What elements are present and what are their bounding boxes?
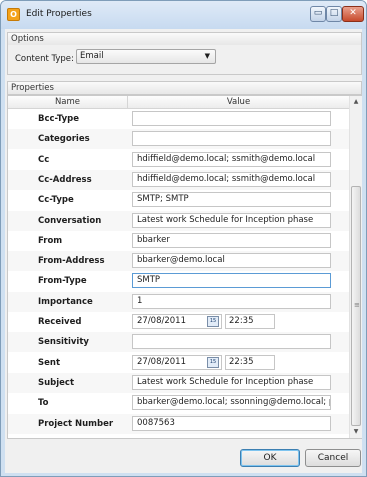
property-value-field[interactable]: SMTP <box>132 273 331 289</box>
vertical-scrollbar[interactable]: ▲ ≡ ▼ <box>349 96 362 438</box>
date-value: 27/08/2011 <box>137 316 186 326</box>
property-value-field[interactable]: 0087563 <box>132 415 331 431</box>
property-name: From <box>38 235 63 246</box>
property-row[interactable]: Sensitivity <box>8 332 349 353</box>
property-row[interactable]: Importance 1 <box>8 291 349 312</box>
date-field[interactable]: 27/08/2011 15 <box>132 314 222 329</box>
property-name: Cc-Type <box>38 195 74 206</box>
date-field[interactable]: 27/08/2011 15 <box>132 354 222 370</box>
property-row[interactable]: From-Address bbarker@demo.local <box>8 251 349 272</box>
property-row[interactable]: Received 27/08/2011 15 22:35 <box>8 312 349 332</box>
outlook-app-icon: O <box>7 8 20 21</box>
property-row[interactable]: Cc-Type SMTP; SMTP <box>8 190 349 210</box>
value-column-header[interactable]: Value <box>128 96 349 108</box>
property-name: Received <box>38 317 82 327</box>
grid-header: Name Value <box>8 96 349 109</box>
time-field[interactable]: 22:35 <box>225 314 275 329</box>
content-type-label: Content Type: <box>15 54 74 64</box>
property-row[interactable]: Categories <box>8 129 349 150</box>
scrollbar-thumb[interactable]: ≡ <box>351 186 361 426</box>
property-row[interactable]: Sent 27/08/2011 15 22:35 <box>8 353 349 373</box>
property-value-field[interactable]: Latest work Schedule for Inception phase <box>132 212 331 228</box>
property-row[interactable]: Cc-Address hdiffield@demo.local; ssmith@d… <box>8 169 349 190</box>
property-row[interactable]: Cc hdiffield@demo.local; ssmith@demo.loca… <box>8 150 349 170</box>
property-name: Sensitivity <box>38 337 89 348</box>
maximize-button[interactable]: □ <box>326 6 342 22</box>
property-value-field[interactable] <box>132 111 331 126</box>
minimize-button[interactable]: ▭ <box>310 6 326 22</box>
property-row[interactable]: From-Type SMTP <box>8 271 349 291</box>
property-row[interactable]: Conversation Latest work Schedule for Inc… <box>8 210 349 231</box>
options-header: Options <box>7 32 362 46</box>
property-name: Project Number <box>38 418 114 429</box>
property-name: Bcc-Type <box>38 114 80 124</box>
property-row[interactable]: To bbarker@demo.local; ssonning@demo.loca… <box>8 393 349 413</box>
property-value-field[interactable]: hdiffield@demo.local; ssmith@demo.local <box>132 171 331 187</box>
content-type-value: Email <box>80 51 104 61</box>
property-row[interactable]: Project Number 0087563 <box>8 413 349 434</box>
calendar-icon[interactable]: 15 <box>207 316 219 327</box>
ok-button[interactable]: OK <box>240 449 300 467</box>
close-button[interactable]: ✕ <box>342 6 364 22</box>
property-row[interactable]: From bbarker <box>8 231 349 251</box>
time-field[interactable]: 22:35 <box>225 354 275 370</box>
property-value-field[interactable] <box>132 131 331 147</box>
property-value-field[interactable]: bbarker <box>132 232 331 248</box>
property-name: From-Address <box>38 256 105 267</box>
properties-grid: Name Value Bcc-Type Categories Cc hdiffield… <box>7 95 362 439</box>
property-name: To <box>38 398 49 409</box>
property-name: Conversation <box>38 215 102 226</box>
date-value: 27/08/2011 <box>137 356 186 367</box>
property-value-field[interactable]: bbarker@demo.local <box>132 253 331 269</box>
window-title: Edit Properties <box>26 9 92 19</box>
title-bar[interactable]: O Edit Properties ▭ □ ✕ <box>1 1 366 29</box>
chevron-down-icon: ▼ <box>204 52 210 60</box>
properties-header: Properties <box>7 81 362 95</box>
edit-properties-window: O Edit Properties ▭ □ ✕ Options Content … <box>0 0 367 477</box>
property-value-field[interactable]: 1 <box>132 293 331 309</box>
property-value-field[interactable] <box>132 334 331 350</box>
property-row[interactable]: Bcc-Type <box>8 109 349 129</box>
property-name: Subject <box>38 377 75 388</box>
dialog-client-area: Options Content Type: Email ▼ Properties… <box>5 29 362 473</box>
property-value-field[interactable]: Latest work Schedule for Inception phase <box>132 374 331 390</box>
name-column-header[interactable]: Name <box>8 96 128 108</box>
property-name: Cc-Address <box>38 174 92 185</box>
scroll-up-icon[interactable]: ▲ <box>350 96 362 108</box>
scroll-grip-icon: ≡ <box>354 301 360 309</box>
property-name: Cc <box>38 154 50 165</box>
calendar-icon[interactable]: 15 <box>207 356 219 368</box>
property-value-field[interactable]: bbarker@demo.local; ssonning@demo.local;… <box>132 395 331 411</box>
property-name: Categories <box>38 134 90 145</box>
property-value-field[interactable]: hdiffield@demo.local; ssmith@demo.local <box>132 151 331 167</box>
property-row[interactable]: Subject Latest work Schedule for Inceptio… <box>8 372 349 393</box>
cancel-button[interactable]: Cancel <box>305 449 361 467</box>
property-value-field[interactable]: SMTP; SMTP <box>132 192 331 208</box>
scroll-down-icon[interactable]: ▼ <box>350 426 362 438</box>
property-name: From-Type <box>38 276 87 287</box>
property-name: Importance <box>38 296 93 307</box>
property-name: Sent <box>38 357 61 368</box>
content-type-select[interactable]: Email ▼ <box>76 49 216 64</box>
